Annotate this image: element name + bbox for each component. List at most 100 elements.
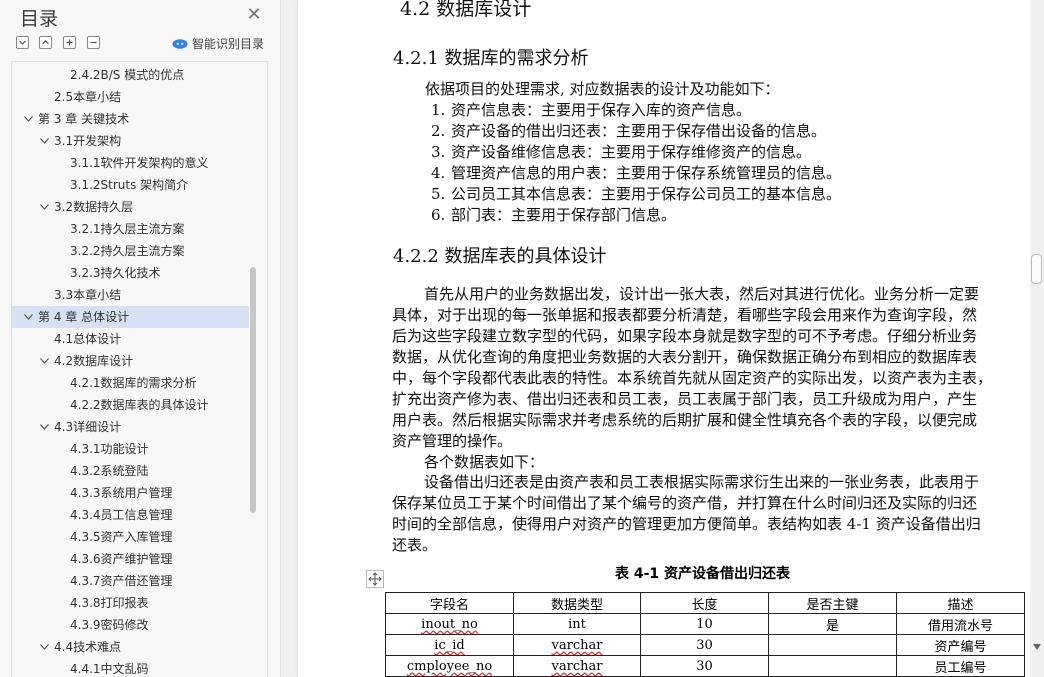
toc-item[interactable]: 4.3.1功能设计: [12, 438, 249, 460]
list-item: 4. 管理资产信息的用户表：主要用于保存系统管理员的信息。: [431, 162, 841, 183]
toc-item[interactable]: 3.1开发架构: [12, 130, 249, 152]
subsection-heading: 4.2.1 数据库的需求分析: [393, 48, 589, 69]
collapse-all-icon[interactable]: [39, 36, 52, 49]
toc-item[interactable]: 4.3.3系统用户管理: [12, 482, 249, 504]
table-cell: [768, 655, 897, 677]
close-icon[interactable]: ✕: [245, 6, 263, 24]
table-cell: varchar: [513, 634, 641, 656]
table-row: ic_id varchar 30 资产编号: [385, 634, 1025, 656]
chevron-down-icon[interactable]: [40, 358, 49, 364]
document-scrollbar-thumb[interactable]: [1031, 254, 1042, 284]
list-item-number: 4.: [431, 164, 446, 182]
chevron-down-icon[interactable]: [40, 424, 49, 430]
toc-item-label: 3.2数据持久层: [54, 200, 134, 214]
toc-item[interactable]: 第 4 章 总体设计: [12, 306, 249, 328]
list-item-number: 5.: [431, 185, 446, 203]
toc-item[interactable]: 4.4技术难点: [12, 636, 249, 658]
toc-item[interactable]: 4.3.6资产维护管理: [12, 548, 249, 570]
toc-item-label: 4.3.5资产入库管理: [70, 530, 173, 544]
chevron-down-icon[interactable]: [40, 644, 49, 650]
scroll-down-icon[interactable]: [1033, 643, 1041, 651]
toc-item-label: 4.3.7资产借还管理: [70, 574, 173, 588]
toc-item[interactable]: 4.1总体设计: [12, 328, 249, 350]
remove-heading-icon[interactable]: [87, 36, 100, 49]
toc-item[interactable]: 第 3 章 关键技术: [12, 108, 249, 130]
subsection-heading: 4.2.2 数据库表的具体设计: [393, 246, 607, 267]
toc-item[interactable]: 2.5本章小结: [12, 86, 249, 108]
toc-scrollbar-thumb[interactable]: [250, 267, 256, 513]
toc-item[interactable]: 3.2.2持久层主流方案: [12, 240, 249, 262]
list-item: 3. 资产设备维修信息表：主要用于保存维修资产的信息。: [431, 141, 811, 162]
table-caption: 表 4-1 资产设备借出归还表: [615, 566, 791, 582]
paragraph-line: 具体，对于出现的每一张单据和报表都要分析清楚，看哪些字段会用来作为查询字段，然: [392, 306, 978, 324]
toc-item-label: 4.3详细设计: [54, 420, 122, 434]
toc-item-label: 4.4.1中文乱码: [70, 662, 149, 676]
toc-item-label: 4.3.8打印报表: [70, 596, 149, 610]
toc-item[interactable]: 3.1.2Struts 架构简介: [12, 174, 249, 196]
chevron-down-icon[interactable]: [40, 204, 49, 210]
table-cell: int: [513, 613, 641, 635]
move-handle-icon[interactable]: [366, 570, 384, 588]
toc-item[interactable]: 4.4.1中文乱码: [12, 658, 249, 677]
list-item-text: 资产信息表：主要用于保存入库的资产信息。: [451, 101, 752, 119]
toc-item-label: 4.4技术难点: [54, 640, 122, 654]
add-heading-icon[interactable]: [63, 36, 76, 49]
chevron-down-icon[interactable]: [40, 138, 49, 144]
toc-item-label: 4.3.2系统登陆: [70, 464, 149, 478]
data-table: 字段名 数据类型 长度 是否主键 描述 inout_no int 10 是借用流水号 ic_id…: [385, 592, 1025, 677]
toc-item[interactable]: 3.3本章小结: [12, 284, 249, 306]
toc-item[interactable]: 4.2.1数据库的需求分析: [12, 372, 249, 394]
smart-toc-button[interactable]: 智能识别目录: [172, 33, 264, 53]
toc-item-label: 3.2.3持久化技术: [70, 266, 161, 280]
list-item-text: 资产设备维修信息表：主要用于保存维修资产的信息。: [451, 143, 812, 161]
paragraph-line: 首先从用户的业务数据出发，设计出一张大表，然后对其进行优化。业务分析一定要: [424, 285, 980, 303]
toc-item[interactable]: 4.3.4员工信息管理: [12, 504, 249, 526]
toc-item[interactable]: 3.2.1持久层主流方案: [12, 218, 249, 240]
toc-tree: 2.4.2B/S 模式的优点 2.5本章小结第 3 章 关键技术 3.1开发架构 3.…: [11, 61, 268, 677]
toc-item-label: 3.2.1持久层主流方案: [70, 222, 185, 236]
table-cell: [768, 634, 897, 656]
toc-item-label: 4.3.9密码修改: [70, 618, 149, 632]
toc-item-label: 第 3 章 关键技术: [38, 112, 130, 126]
toc-item[interactable]: 3.1.1软件开发架构的意义: [12, 152, 249, 174]
expand-all-icon[interactable]: [16, 36, 29, 49]
table-cell: cmployee_no: [385, 655, 514, 677]
toc-item[interactable]: 4.3详细设计: [12, 416, 249, 438]
paragraph-line: 时间的全部信息，使得用户对资产的管理更加方便简单。表结构如表 4-1 资产设备借…: [392, 515, 981, 533]
chevron-down-icon[interactable]: [24, 314, 33, 320]
list-item: 6. 部门表：主要用于保存部门信息。: [431, 204, 676, 225]
chevron-down-icon[interactable]: [24, 116, 33, 122]
toc-item[interactable]: 4.3.7资产借还管理: [12, 570, 249, 592]
toc-item[interactable]: 3.2.3持久化技术: [12, 262, 249, 284]
toc-item[interactable]: 4.3.8打印报表: [12, 592, 249, 614]
toc-item[interactable]: 2.4.2B/S 模式的优点: [12, 64, 249, 86]
toc-item-label: 4.2.1数据库的需求分析: [70, 376, 197, 390]
toc-item-label: 4.3.1功能设计: [70, 442, 149, 456]
table-header-cell: 描述: [896, 592, 1025, 614]
toc-item[interactable]: 4.2数据库设计: [12, 350, 249, 372]
toc-item[interactable]: 3.2数据持久层: [12, 196, 249, 218]
table-cell: 30: [640, 634, 769, 656]
table-cell: 10: [640, 613, 769, 635]
toc-sidebar: 目录 ✕ 智能识别目录 2.4.2B/S 模式的优点 2.5本章小结第 3 章 关…: [0, 0, 280, 677]
toc-item-label: 第 4 章 总体设计: [38, 310, 130, 324]
table-header-cell: 字段名: [385, 592, 514, 614]
toc-title: 目录: [20, 8, 59, 30]
toc-item-label: 3.1开发架构: [54, 134, 122, 148]
list-item-number: 2.: [431, 122, 446, 140]
paragraph-line: 扩充出资产修为表、借出归还表和员工表，员工表属于部门表，员工升级成为用户，产生: [392, 390, 978, 408]
paragraph-line: 设备借出归还表是由资产表和员工表根据实际需求衍生出来的一张业务表，此表用于: [424, 473, 980, 491]
table-header-cell: 长度: [640, 592, 769, 614]
toc-item[interactable]: 4.2.2数据库表的具体设计: [12, 394, 249, 416]
table-cell: 借用流水号: [896, 613, 1025, 635]
paragraph-line: 用户表。然后根据实际需求并考虑系统的后期扩展和健全性填充各个表的字段，以便完成: [392, 411, 978, 429]
paragraph-line: 还表。: [392, 536, 438, 554]
list-item-text: 部门表：主要用于保存部门信息。: [451, 206, 677, 224]
toc-item-label: 3.1.1软件开发架构的意义: [70, 156, 209, 170]
scrollbar-track: [1030, 0, 1044, 677]
toc-item[interactable]: 4.3.2系统登陆: [12, 460, 249, 482]
list-item-text: 管理资产信息的用户表：主要用于保存系统管理员的信息。: [451, 164, 842, 182]
toc-item[interactable]: 4.3.9密码修改: [12, 614, 249, 636]
toc-item-label: 4.3.4员工信息管理: [70, 508, 173, 522]
toc-item[interactable]: 4.3.5资产入库管理: [12, 526, 249, 548]
